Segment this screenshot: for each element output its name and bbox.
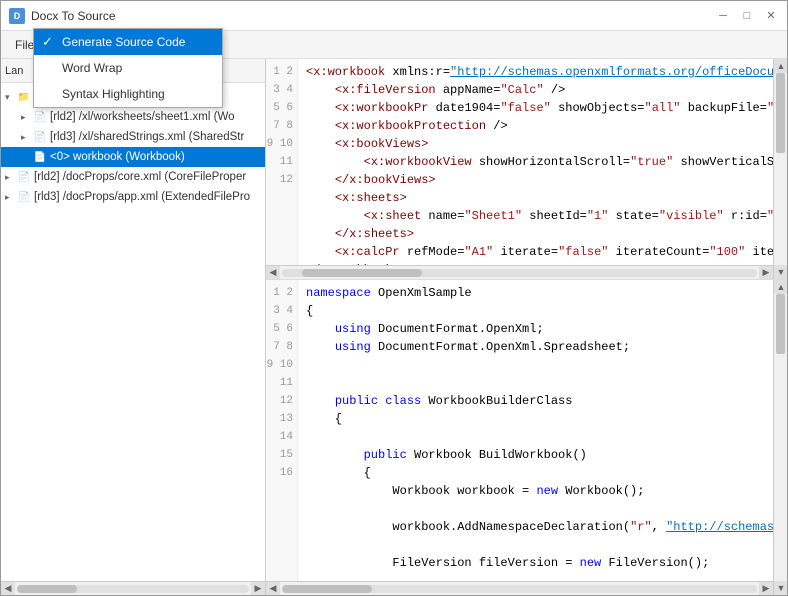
main-content: Lan ▾ 📁 file ▸ 📄 [rld2] /xl/worksheets/s… — [1, 59, 787, 595]
dropdown-generate[interactable]: ✓ Generate Source Code — [34, 29, 222, 55]
upper-hscroll-left[interactable]: ◀ — [266, 266, 280, 280]
close-button[interactable]: ✕ — [763, 8, 779, 24]
lower-hscroll-right[interactable]: ▶ — [759, 582, 773, 596]
file-icon-1: 📄 — [33, 110, 47, 124]
upper-vscroll-down[interactable]: ▼ — [774, 265, 787, 279]
upper-hscroll[interactable]: ◀ ▶ — [266, 265, 773, 279]
toolbar-label: Lan — [5, 65, 23, 77]
lower-code-content: 1 2 3 4 5 6 7 8 9 10 11 12 13 14 15 16 n… — [266, 280, 773, 595]
lower-code-text: namespace OpenXmlSample { using Document… — [298, 280, 773, 581]
lower-vscroll-up[interactable]: ▲ — [774, 280, 787, 294]
right-panel: 1 2 3 4 5 6 7 8 9 10 11 12 <x:workbook x… — [266, 59, 787, 595]
lower-vscroll-down[interactable]: ▼ — [774, 581, 787, 595]
lower-vscroll[interactable]: ▲ ▼ — [773, 280, 787, 595]
check-icon: ✓ — [42, 34, 62, 50]
upper-code-text: <x:workbook xmlns:r="http://schemas.open… — [298, 59, 773, 265]
tree-app-label: [rld3] /docProps/app.xml (ExtendedFilePr… — [34, 191, 250, 203]
tree-item-core[interactable]: ▸ 📄 [rld2] /docProps/core.xml (CoreFileP… — [1, 167, 265, 187]
file-icon-5: 📄 — [17, 190, 31, 204]
window-controls: ─ □ ✕ — [715, 8, 779, 24]
hscroll-right-btn[interactable]: ▶ — [251, 582, 265, 596]
upper-vscroll-thumb — [776, 73, 785, 153]
lower-hscroll-left[interactable]: ◀ — [266, 582, 280, 596]
app-icon: D — [9, 8, 25, 24]
tree-item-shared-strings[interactable]: ▸ 📄 [rld3] /xl/sharedStrings.xml (Shared… — [1, 127, 265, 147]
arrow-icon-6: ▸ — [5, 192, 17, 203]
window-title: Docx To Source — [31, 9, 715, 23]
folder-icon: 📁 — [17, 90, 31, 104]
lower-vscroll-track — [774, 294, 787, 581]
upper-hscroll-track — [282, 269, 757, 277]
upper-vscroll-track — [774, 73, 787, 265]
check-empty-1 — [42, 61, 62, 76]
hscroll-thumb — [17, 585, 77, 593]
upper-vscroll-up[interactable]: ▲ — [774, 59, 787, 73]
lower-code-scroll[interactable]: 1 2 3 4 5 6 7 8 9 10 11 12 13 14 15 16 n… — [266, 280, 773, 581]
tree-sharedstrings-label: [rld3] /xl/sharedStrings.xml (SharedStr — [50, 131, 244, 143]
left-panel: Lan ▾ 📁 file ▸ 📄 [rld2] /xl/worksheets/s… — [1, 59, 266, 595]
arrow-icon-4 — [21, 152, 33, 162]
dropdown-syntax-label: Syntax Highlighting — [62, 87, 165, 101]
tree-item-app[interactable]: ▸ 📄 [rld3] /docProps/app.xml (ExtendedFi… — [1, 187, 265, 207]
file-icon-3: 📄 — [33, 150, 47, 164]
dropdown-generate-label: Generate Source Code — [62, 35, 185, 49]
tree-item-sheet1[interactable]: ▸ 📄 [rld2] /xl/worksheets/sheet1.xml (Wo — [1, 107, 265, 127]
upper-line-numbers: 1 2 3 4 5 6 7 8 9 10 11 12 — [266, 59, 298, 265]
dropdown-word-wrap[interactable]: Word Wrap — [34, 55, 222, 81]
title-bar: D Docx To Source ─ □ ✕ — [1, 1, 787, 31]
file-icon-4: 📄 — [17, 170, 31, 184]
upper-code-content: 1 2 3 4 5 6 7 8 9 10 11 12 <x:workbook x… — [266, 59, 773, 279]
lower-code-section: 1 2 3 4 5 6 7 8 9 10 11 12 13 14 15 16 n… — [266, 280, 787, 595]
upper-code-scroll[interactable]: 1 2 3 4 5 6 7 8 9 10 11 12 <x:workbook x… — [266, 59, 773, 265]
lower-hscroll-track — [282, 585, 757, 593]
tree-item-workbook[interactable]: 📄 <0> workbook (Workbook) — [1, 147, 265, 167]
lower-hscroll[interactable]: ◀ ▶ — [266, 581, 773, 595]
dropdown-word-wrap-label: Word Wrap — [62, 61, 122, 75]
tree-workbook-label: <0> workbook (Workbook) — [50, 151, 185, 163]
minimize-button[interactable]: ─ — [715, 8, 731, 24]
lower-line-numbers: 1 2 3 4 5 6 7 8 9 10 11 12 13 14 15 16 — [266, 280, 298, 581]
left-panel-hscroll[interactable]: ◀ ▶ — [1, 581, 265, 595]
arrow-icon-5: ▸ — [5, 172, 17, 183]
file-icon-2: 📄 — [33, 130, 47, 144]
hscroll-left-btn[interactable]: ◀ — [1, 582, 15, 596]
upper-code-section: 1 2 3 4 5 6 7 8 9 10 11 12 <x:workbook x… — [266, 59, 787, 279]
upper-hscroll-thumb — [302, 269, 422, 277]
arrow-icon: ▾ — [5, 92, 17, 103]
lower-vscroll-thumb — [776, 294, 785, 354]
dropdown-syntax-highlighting[interactable]: Syntax Highlighting — [34, 81, 222, 107]
tree-sheet1-label: [rld2] /xl/worksheets/sheet1.xml (Wo — [50, 111, 235, 123]
hscroll-track — [17, 585, 249, 593]
check-empty-2 — [42, 87, 62, 102]
arrow-icon-2: ▸ — [21, 112, 33, 123]
upper-vscroll[interactable]: ▲ ▼ — [773, 59, 787, 279]
dropdown-menu[interactable]: ✓ Generate Source Code Word Wrap Syntax … — [33, 28, 223, 108]
tree-container[interactable]: ▾ 📁 file ▸ 📄 [rld2] /xl/worksheets/sheet… — [1, 83, 265, 581]
main-window: D Docx To Source ─ □ ✕ File Source Code … — [0, 0, 788, 596]
maximize-button[interactable]: □ — [739, 8, 755, 24]
upper-hscroll-right[interactable]: ▶ — [759, 266, 773, 280]
lower-hscroll-thumb — [282, 585, 372, 593]
tree-core-label: [rld2] /docProps/core.xml (CoreFilePrope… — [34, 171, 246, 183]
arrow-icon-3: ▸ — [21, 132, 33, 143]
